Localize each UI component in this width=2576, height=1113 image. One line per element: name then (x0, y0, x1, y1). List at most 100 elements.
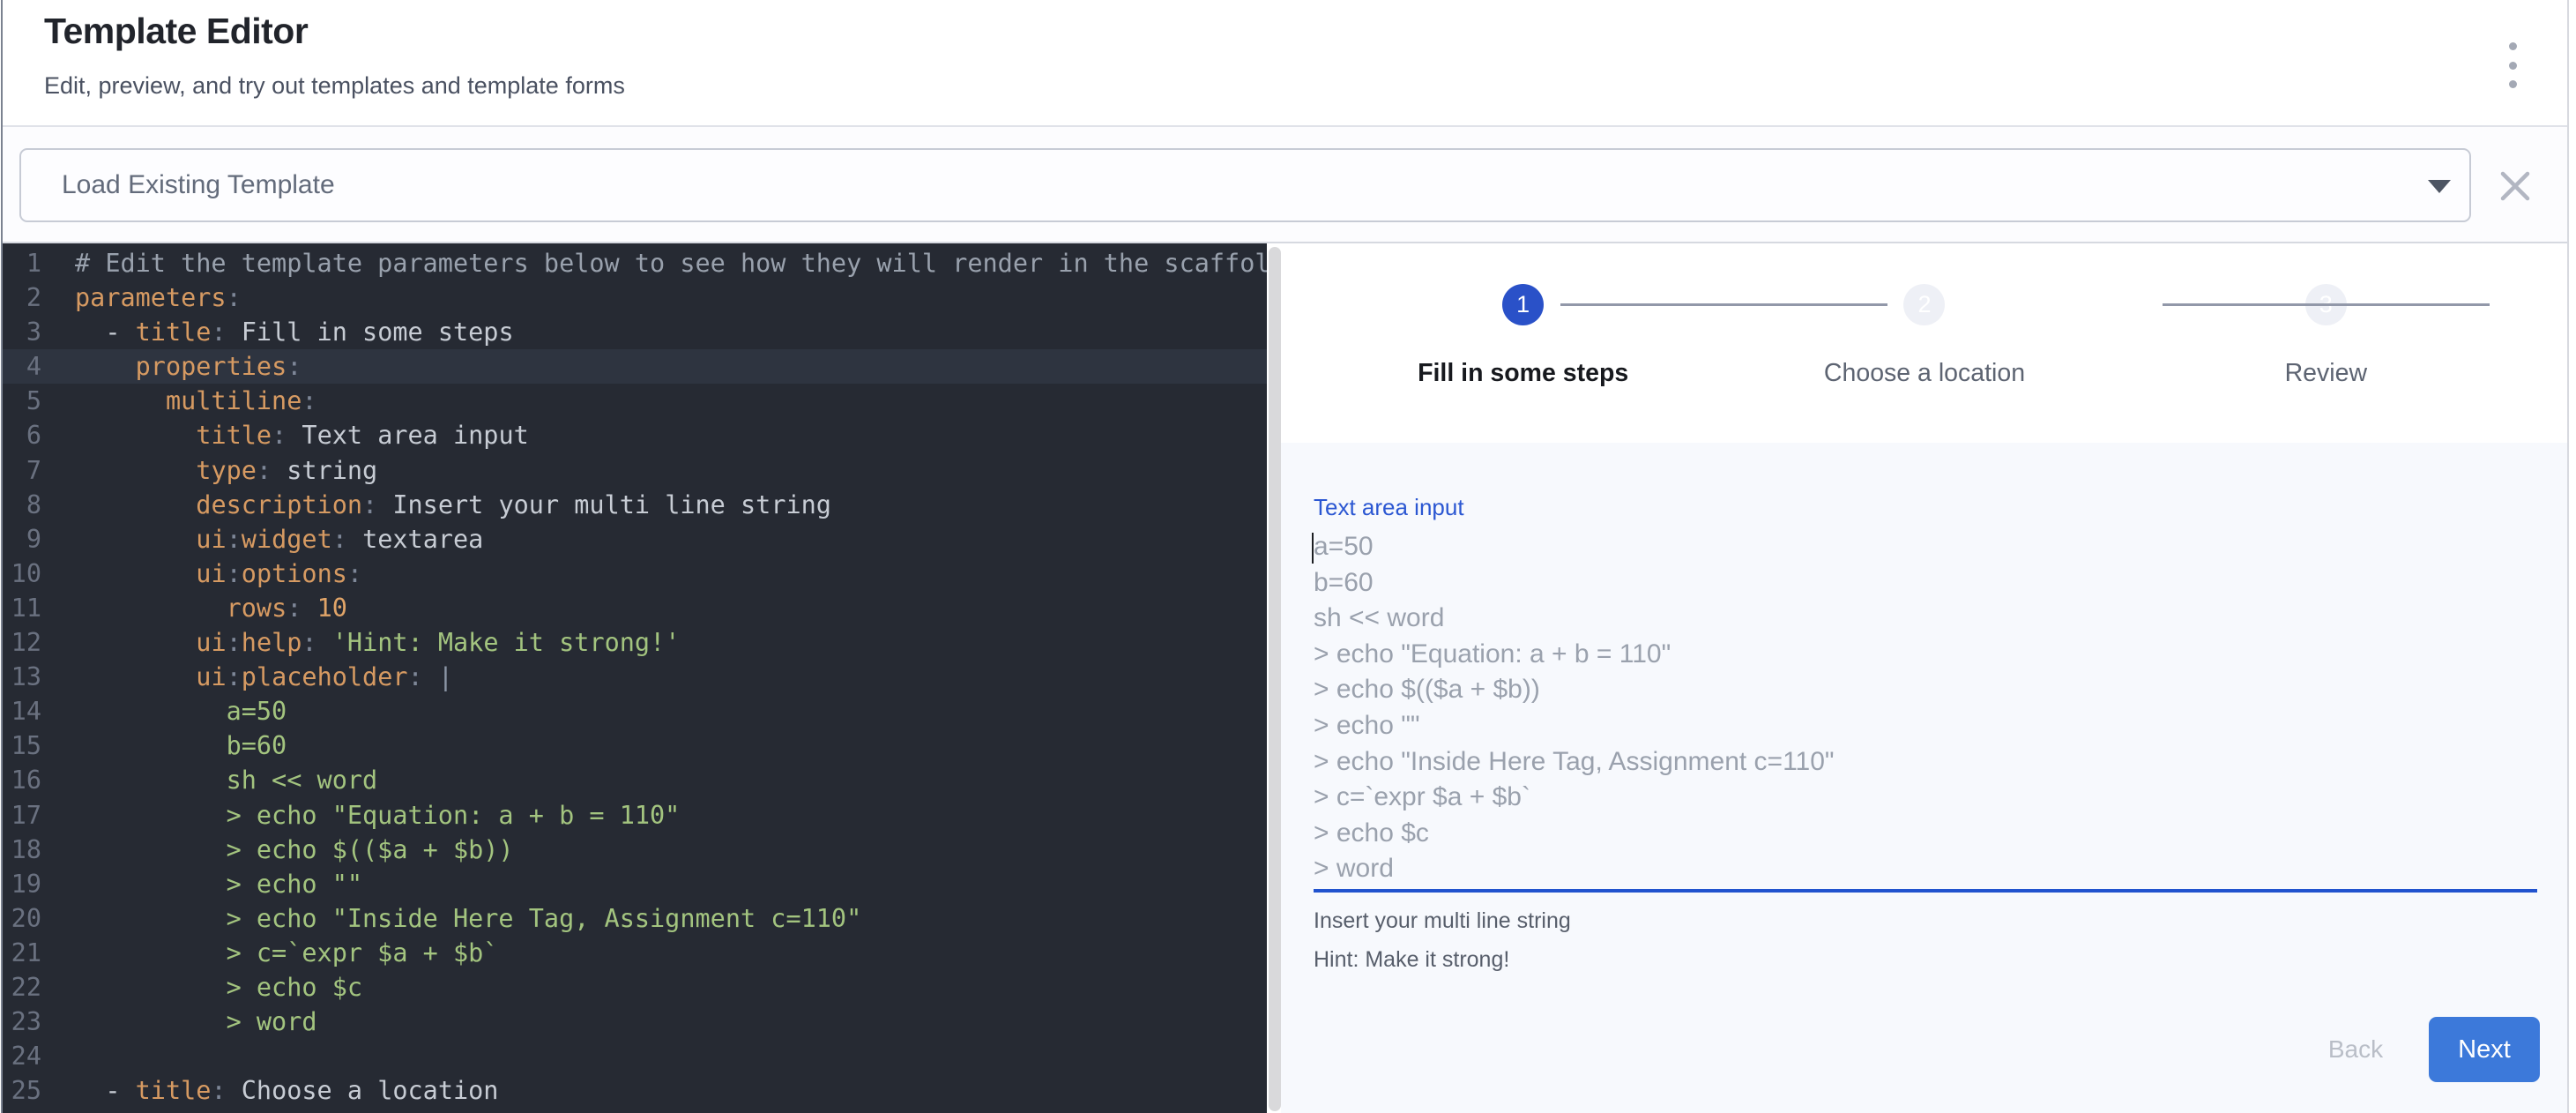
stepper-step: 1Fill in some steps (1322, 243, 1724, 388)
editor-line[interactable]: 22 > echo $c (3, 970, 1267, 1005)
window-right-edge (2567, 0, 2569, 1113)
line-code: sh << word (41, 763, 377, 797)
editor-line[interactable]: 25 - title: Choose a location (3, 1073, 1267, 1108)
field-help-text: Hint: Make it strong! (1314, 947, 1509, 973)
line-code: ui:options: (41, 556, 362, 591)
editor-line[interactable]: 5 multiline: (3, 384, 1267, 418)
editor-line[interactable]: 2parameters: (3, 280, 1267, 315)
editor-line[interactable]: 15 b=60 (3, 728, 1267, 763)
editor-line[interactable]: 14 a=50 (3, 694, 1267, 728)
chevron-down-icon (2428, 180, 2451, 193)
editor-line[interactable]: 17 > echo "Equation: a + b = 110" (3, 798, 1267, 833)
template-editor-page: Template Editor Edit, preview, and try o… (0, 0, 2576, 1113)
line-number: 24 (3, 1039, 41, 1073)
multiline-textarea[interactable] (1314, 529, 2541, 893)
toolbar: Load Existing Template (3, 127, 2567, 243)
line-code: properties: (41, 349, 302, 384)
line-code: b=60 (41, 728, 287, 763)
line-code: > c=`expr $a + $b` (41, 936, 498, 970)
step-number-badge: 1 (1502, 284, 1544, 325)
line-number: 23 (3, 1005, 41, 1039)
stepper-step: 3Review (2126, 243, 2527, 388)
line-number: 13 (3, 660, 41, 694)
line-code: > word (41, 1005, 317, 1039)
editor-line[interactable]: 6 title: Text area input (3, 418, 1267, 452)
editor-line[interactable]: 3 - title: Fill in some steps (3, 315, 1267, 349)
line-number: 9 (3, 522, 41, 556)
line-number: 3 (3, 315, 41, 349)
line-code: - title: Fill in some steps (41, 315, 514, 349)
field-underline (1314, 889, 2537, 893)
line-code (41, 1039, 75, 1073)
field-description: Insert your multi line string (1314, 908, 1571, 934)
line-number: 15 (3, 728, 41, 763)
back-button[interactable]: Back (2302, 1017, 2409, 1082)
line-number: 22 (3, 970, 41, 1005)
line-number: 6 (3, 418, 41, 452)
line-code: a=50 (41, 694, 287, 728)
editor-line[interactable]: 21 > c=`expr $a + $b` (3, 936, 1267, 970)
editor-line[interactable]: 12 ui:help: 'Hint: Make it strong!' (3, 625, 1267, 660)
stepper-step: 2 Choose a location (1724, 243, 2125, 388)
line-code: ui:placeholder: | (41, 660, 453, 694)
line-number: 17 (3, 798, 41, 833)
line-code: ui:widget: textarea (41, 522, 483, 556)
editor-line[interactable]: 24 (3, 1039, 1267, 1073)
editor-line[interactable]: 11 rows: 10 (3, 591, 1267, 625)
editor-line[interactable]: 1# Edit the template parameters below to… (3, 246, 1267, 280)
close-icon (2503, 174, 2528, 198)
line-number: 10 (3, 556, 41, 591)
step-connector (2163, 303, 2490, 306)
editor-line[interactable]: 20 > echo "Inside Here Tag, Assignment c… (3, 901, 1267, 936)
load-template-select[interactable]: Load Existing Template (19, 148, 2471, 222)
preview-panel: 1Fill in some steps 2 Choose a location 3Re… (1281, 243, 2567, 1113)
editor-line[interactable]: 19 > echo "" (3, 867, 1267, 901)
line-code: rows: 10 (41, 591, 347, 625)
line-number: 21 (3, 936, 41, 970)
line-number: 7 (3, 453, 41, 488)
line-code: > echo "" (41, 867, 362, 901)
step-label: Choose a location (1824, 359, 2025, 388)
stepper: 1Fill in some steps 2 Choose a location 3Re… (1322, 243, 2527, 443)
line-code: parameters: (41, 280, 242, 315)
text-cursor (1312, 533, 1314, 564)
line-code: multiline: (41, 384, 317, 418)
load-template-placeholder: Load Existing Template (62, 150, 335, 220)
line-number: 5 (3, 384, 41, 418)
next-button[interactable]: Next (2429, 1017, 2540, 1082)
line-number: 19 (3, 867, 41, 901)
line-code: > echo $c (41, 970, 362, 1005)
line-code: ui:help: 'Hint: Make it strong!' (41, 625, 680, 660)
line-number: 8 (3, 488, 41, 522)
editor-line[interactable]: 4 properties: (3, 349, 1267, 384)
line-number: 12 (3, 625, 41, 660)
step-number-badge: 2 (1903, 284, 1945, 325)
editor-line[interactable]: 7 type: string (3, 453, 1267, 488)
code-editor[interactable]: 1# Edit the template parameters below to… (3, 243, 1267, 1113)
editor-scrollbar[interactable] (1269, 247, 1281, 1111)
editor-line[interactable]: 16 sh << word (3, 763, 1267, 797)
line-number: 16 (3, 763, 41, 797)
step-label: Review (2285, 359, 2367, 388)
field-label: Text area input (1314, 494, 1464, 521)
line-number: 25 (3, 1073, 41, 1108)
line-code: # Edit the template parameters below to … (41, 246, 1267, 280)
editor-line[interactable]: 23 > word (3, 1005, 1267, 1039)
editor-line[interactable]: 8 description: Insert your multi line st… (3, 488, 1267, 522)
editor-line[interactable]: 9 ui:widget: textarea (3, 522, 1267, 556)
more-options-button[interactable] (2500, 42, 2525, 88)
line-number: 20 (3, 901, 41, 936)
stepper-steps: 1Fill in some steps 2 Choose a location 3Re… (1322, 243, 2527, 388)
more-vertical-icon (2509, 62, 2517, 70)
page-title: Template Editor (44, 11, 308, 52)
clear-selection-button[interactable] (2498, 169, 2532, 203)
line-number: 14 (3, 694, 41, 728)
line-code: - title: Choose a location (41, 1073, 498, 1108)
editor-line[interactable]: 13 ui:placeholder: | (3, 660, 1267, 694)
editor-line[interactable]: 10 ui:options: (3, 556, 1267, 591)
page-subtitle: Edit, preview, and try out templates and… (44, 72, 625, 100)
line-number: 11 (3, 591, 41, 625)
line-code: type: string (41, 453, 377, 488)
line-number: 1 (3, 246, 41, 280)
editor-line[interactable]: 18 > echo $(($a + $b)) (3, 833, 1267, 867)
